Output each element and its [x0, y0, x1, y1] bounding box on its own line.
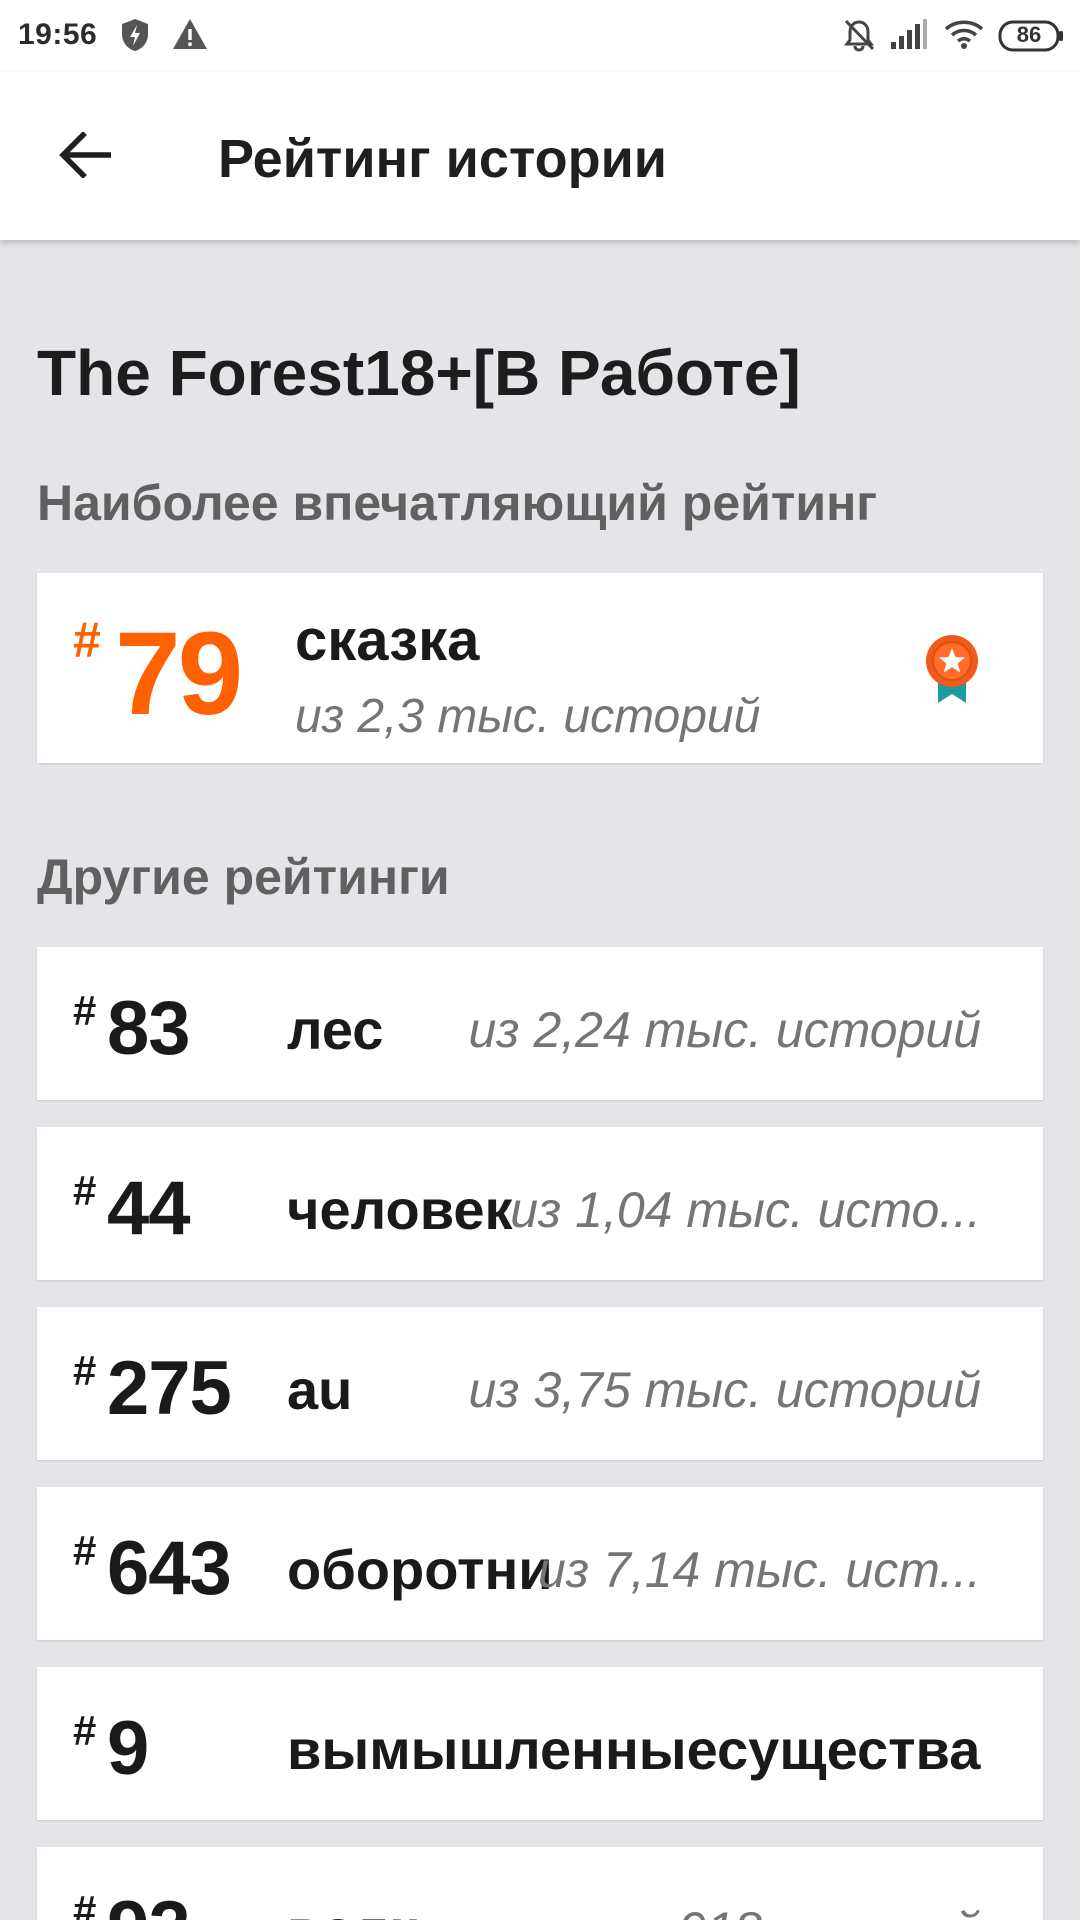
rank-hash: #: [73, 1887, 97, 1920]
rank-tag: человек: [287, 1178, 513, 1241]
ranking-row[interactable]: # 83 лес из 2,24 тыс. историй: [37, 947, 1043, 1100]
rank-story-count: из 2,24 тыс. историй: [468, 1002, 982, 1058]
rank-story-count: из 7,14 тыс. ист...: [538, 1542, 981, 1598]
rank-tag: вымышленныесущества: [287, 1718, 981, 1781]
rank-number: 92: [107, 1891, 191, 1920]
bell-off-icon: [844, 19, 875, 52]
top-ranking-card[interactable]: # 79 сказка из 2,3 тыс. историй: [37, 573, 1043, 763]
rank-tag: оборотни: [287, 1538, 553, 1601]
rank-hash: #: [73, 1527, 97, 1574]
rank-number: 83: [107, 986, 191, 1071]
rank-number: 275: [107, 1346, 232, 1431]
top-ranking-heading: Наиболее впечатляющий рейтинг: [37, 475, 878, 531]
rank-tag: au: [287, 1358, 353, 1421]
rank-hash: #: [73, 987, 97, 1034]
arrow-left-icon: [59, 132, 111, 178]
ranking-row[interactable]: # 275 au из 3,75 тыс. историй: [37, 1307, 1043, 1460]
wifi-icon: [944, 20, 984, 49]
story-title: The Forest18+[В Работе]: [37, 337, 801, 409]
rank-number: 79: [115, 608, 243, 740]
rank-story-count: из 3,75 тыс. историй: [468, 1362, 982, 1418]
rank-story-count: из 1,04 тыс. исто...: [510, 1182, 981, 1238]
status-bar: 19:56 86: [0, 0, 1080, 72]
page-title: Рейтинг истории: [218, 129, 667, 189]
ranking-row[interactable]: # 643 оборотни из 7,14 тыс. ист...: [37, 1487, 1043, 1640]
rank-hash: #: [73, 1707, 97, 1754]
other-rankings-heading: Другие рейтинги: [37, 849, 450, 905]
battery-level: 86: [1016, 22, 1042, 47]
ranking-row[interactable]: # 92 волк из 918 историй: [37, 1847, 1043, 1920]
signal-icon: [891, 19, 927, 49]
rank-hash: #: [73, 1167, 97, 1214]
rank-tag: сказка: [295, 608, 480, 673]
back-button[interactable]: [40, 110, 130, 200]
rank-number: 643: [107, 1526, 232, 1611]
app-toolbar: Рейтинг истории: [0, 72, 1080, 240]
rank-number: 9: [107, 1706, 149, 1791]
award-ribbon-icon: [926, 635, 978, 703]
rank-hash: #: [73, 1347, 97, 1394]
rank-tag: лес: [287, 998, 384, 1061]
ranking-row[interactable]: # 9 вымышленныесущества: [37, 1667, 1043, 1820]
shield-bolt-icon: [122, 19, 148, 51]
warning-icon: [173, 19, 207, 49]
rank-story-count: из 918 историй: [614, 1901, 981, 1920]
rank-tag: волк: [287, 1897, 417, 1920]
rank-hash: #: [73, 612, 101, 668]
rank-number: 44: [107, 1166, 191, 1251]
ranking-row[interactable]: # 44 человек из 1,04 тыс. исто...: [37, 1127, 1043, 1280]
rank-story-count: из 2,3 тыс. историй: [295, 690, 761, 743]
status-time: 19:56: [18, 18, 98, 51]
